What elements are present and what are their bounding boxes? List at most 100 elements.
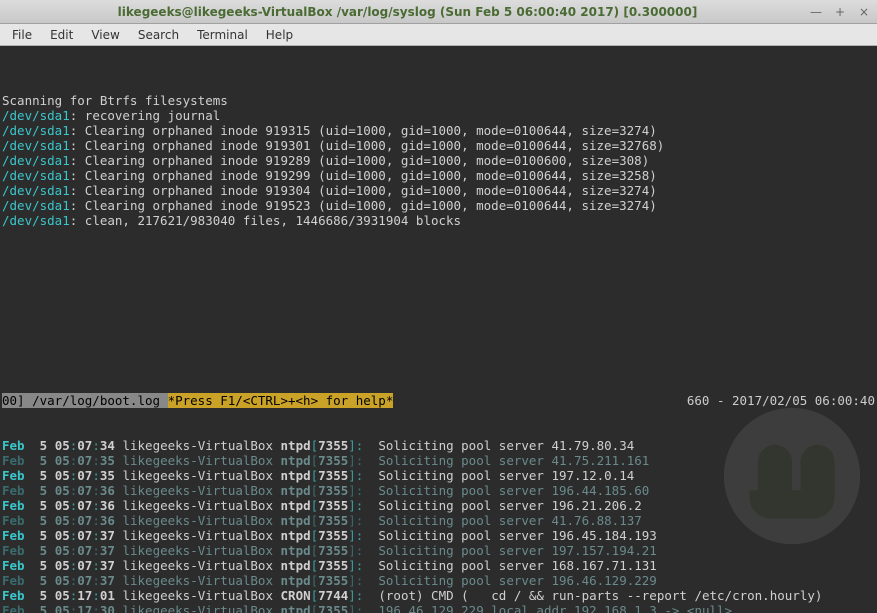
bootlog-line: /dev/sda1: Clearing orphaned inode 91952… <box>2 198 875 213</box>
time: 05 <box>55 468 70 483</box>
hostname: likegeeks-VirtualBox <box>122 468 273 483</box>
hostname: likegeeks-VirtualBox <box>122 543 273 558</box>
pid: 7355 <box>318 603 348 613</box>
pid: 7355 <box>318 543 348 558</box>
bootlog-line: /dev/sda1: Clearing orphaned inode 91930… <box>2 138 875 153</box>
status-left-num: 00] <box>2 393 25 408</box>
log-message: Clearing orphaned inode 919523 (uid=1000… <box>77 198 656 213</box>
menu-search[interactable]: Search <box>130 26 187 44</box>
hostname: likegeeks-VirtualBox <box>122 513 273 528</box>
hostname: likegeeks-VirtualBox <box>122 483 273 498</box>
time: 05 <box>55 528 70 543</box>
hostname: likegeeks-VirtualBox <box>122 498 273 513</box>
month: Feb <box>2 513 25 528</box>
device-path: /dev/sda1 <box>2 108 70 123</box>
pid: 7355 <box>318 453 348 468</box>
bootlog-line: /dev/sda1: Clearing orphaned inode 91931… <box>2 123 875 138</box>
hostname: likegeeks-VirtualBox <box>122 603 273 613</box>
log-message: Clearing orphaned inode 919289 (uid=1000… <box>77 153 649 168</box>
time: 05 <box>55 573 70 588</box>
hostname: likegeeks-VirtualBox <box>122 558 273 573</box>
pid: 7355 <box>318 558 348 573</box>
log-message: Soliciting pool server 197.12.0.14 <box>363 468 634 483</box>
syslog-line: Feb 5 05:07:34 likegeeks-VirtualBox ntpd… <box>2 438 875 453</box>
month: Feb <box>2 558 25 573</box>
process: ntpd <box>281 573 311 588</box>
month: Feb <box>2 483 25 498</box>
maximize-button[interactable]: + <box>833 5 847 19</box>
syslog-line: Feb 5 05:07:37 likegeeks-VirtualBox ntpd… <box>2 543 875 558</box>
status-path: /var/log/boot.log <box>25 393 168 408</box>
syslog-line: Feb 5 05:07:37 likegeeks-VirtualBox ntpd… <box>2 558 875 573</box>
hostname: likegeeks-VirtualBox <box>122 438 273 453</box>
window-title: likegeeks@likegeeks-VirtualBox /var/log/… <box>6 5 809 19</box>
time: 05 <box>55 498 70 513</box>
process: ntpd <box>281 528 311 543</box>
month: Feb <box>2 498 25 513</box>
syslog-line: Feb 5 05:07:37 likegeeks-VirtualBox ntpd… <box>2 573 875 588</box>
log-message: Soliciting pool server 196.46.129.229 <box>363 573 657 588</box>
menubar: File Edit View Search Terminal Help <box>0 24 877 46</box>
bootlog-line: /dev/sda1: Clearing orphaned inode 91928… <box>2 153 875 168</box>
log-message: recovering journal <box>77 108 220 123</box>
log-message: 196.46.129.229 local addr 192.168.1.3 ->… <box>363 603 732 613</box>
process: ntpd <box>281 543 311 558</box>
log-message: Clearing orphaned inode 919315 (uid=1000… <box>77 123 656 138</box>
pid: 7355 <box>318 468 348 483</box>
syslog-line: Feb 5 05:17:30 likegeeks-VirtualBox ntpd… <box>2 603 875 613</box>
bootlog-line: Scanning for Btrfs filesystems <box>2 93 875 108</box>
month: Feb <box>2 543 25 558</box>
time: 05 <box>55 438 70 453</box>
minimize-button[interactable]: — <box>809 5 823 19</box>
pid: 7355 <box>318 483 348 498</box>
process: ntpd <box>281 453 311 468</box>
log-message: clean, 217621/983040 files, 1446686/3931… <box>77 213 461 228</box>
bootlog-line: /dev/sda1: clean, 217621/983040 files, 1… <box>2 213 875 228</box>
time: 05 <box>55 513 70 528</box>
pid: 7355 <box>318 438 348 453</box>
time: 05 <box>55 483 70 498</box>
time: 05 <box>55 603 70 613</box>
menu-view[interactable]: View <box>83 26 127 44</box>
close-button[interactable]: × <box>857 5 871 19</box>
syslog-line: Feb 5 05:07:36 likegeeks-VirtualBox ntpd… <box>2 513 875 528</box>
process: ntpd <box>281 438 311 453</box>
bootlog-line: /dev/sda1: Clearing orphaned inode 91929… <box>2 168 875 183</box>
device-path: /dev/sda1 <box>2 168 70 183</box>
syslog-line: Feb 5 05:07:37 likegeeks-VirtualBox ntpd… <box>2 528 875 543</box>
log-message: Clearing orphaned inode 919299 (uid=1000… <box>77 168 656 183</box>
status-help: *Press F1/<CTRL>+<h> for help* <box>168 393 394 408</box>
process: ntpd <box>281 603 311 613</box>
time: 05 <box>55 588 70 603</box>
log-message: Soliciting pool server 41.75.211.161 <box>363 453 649 468</box>
menu-edit[interactable]: Edit <box>42 26 81 44</box>
hostname: likegeeks-VirtualBox <box>122 573 273 588</box>
log-message: Clearing orphaned inode 919301 (uid=1000… <box>77 138 664 153</box>
process: ntpd <box>281 513 311 528</box>
syslog-line: Feb 5 05:17:01 likegeeks-VirtualBox CRON… <box>2 588 875 603</box>
menu-help[interactable]: Help <box>258 26 301 44</box>
menu-terminal[interactable]: Terminal <box>189 26 256 44</box>
process: ntpd <box>281 468 311 483</box>
month: Feb <box>2 603 25 613</box>
month: Feb <box>2 573 25 588</box>
process: CRON <box>281 588 311 603</box>
terminal-area[interactable]: Scanning for Btrfs filesystems/dev/sda1:… <box>0 46 877 613</box>
bootlog-line: /dev/sda1: Clearing orphaned inode 91930… <box>2 183 875 198</box>
month: Feb <box>2 468 25 483</box>
log-message: Soliciting pool server 41.76.88.137 <box>363 513 641 528</box>
log-message: Soliciting pool server 41.79.80.34 <box>363 438 634 453</box>
pid: 7355 <box>318 513 348 528</box>
pid: 7355 <box>318 573 348 588</box>
device-path: /dev/sda1 <box>2 183 70 198</box>
month: Feb <box>2 438 25 453</box>
month: Feb <box>2 588 25 603</box>
syslog-pane: Feb 5 05:07:34 likegeeks-VirtualBox ntpd… <box>2 438 875 613</box>
time: 05 <box>55 543 70 558</box>
log-message: Clearing orphaned inode 919304 (uid=1000… <box>77 183 656 198</box>
time: 05 <box>55 558 70 573</box>
syslog-line: Feb 5 05:07:36 likegeeks-VirtualBox ntpd… <box>2 498 875 513</box>
menu-file[interactable]: File <box>4 26 40 44</box>
pid: 7355 <box>318 498 348 513</box>
pid: 7744 <box>318 588 348 603</box>
